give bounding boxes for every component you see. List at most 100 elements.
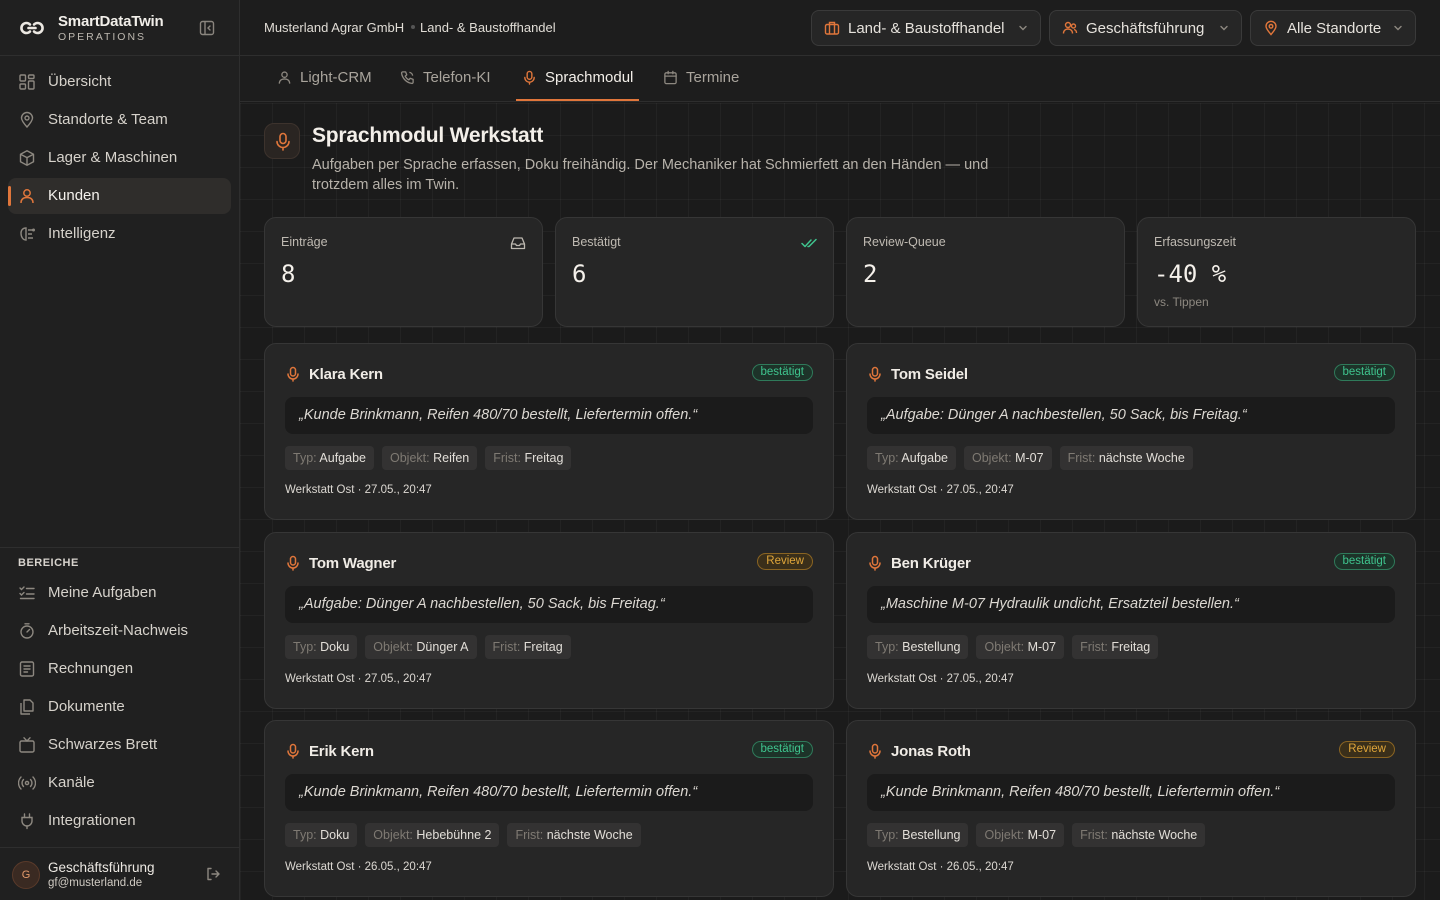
board-icon [19,737,35,753]
chevron-down-icon [1220,25,1228,31]
tag-key: Typ: [293,640,317,654]
tag-type[interactable]: Typ: Bestellung [867,635,969,659]
tag-deadline[interactable]: Frist: Freitag [484,635,571,659]
branch-select[interactable]: Land- & Baustoffhandel [811,10,1041,46]
entry-tags: Typ: Doku Objekt: Dünger A Frist: Freitag [285,635,571,659]
briefcase-icon [824,21,840,35]
breadcrumb-company[interactable]: Musterland Agrar GmbH [264,20,404,35]
nav-item-dokumente[interactable]: Dokumente [8,689,231,725]
tag-key: Objekt: [984,828,1025,842]
tag-key: Frist: [1067,451,1096,465]
mic-icon [869,366,881,382]
brain-icon [20,227,35,241]
voice-entry-card[interactable]: Erik Kern bestätigt „Kunde Brinkmann, Reif… [264,720,834,897]
tag-deadline[interactable]: Frist: nächste Woche [1072,823,1206,847]
tab-telefon-ki[interactable]: Telefon-KI [400,56,494,102]
entry-tags: Typ: Bestellung Objekt: M-07 Frist: nächst… [867,823,1206,847]
tag-key: Objekt: [390,451,430,465]
status-badge: bestätigt [751,364,813,381]
role-select-value: Geschäftsführung [1086,20,1205,37]
voice-entry-card[interactable]: Ben Krüger bestätigt „Maschine M-07 Hydrau… [846,532,1416,709]
sidebar-collapse-icon[interactable] [198,19,216,37]
stat-label: Bestätigt [572,235,621,249]
user-profile[interactable]: G Geschäftsführung gf@musterland.de [0,847,240,900]
nav-item-label: Dokumente [48,698,125,715]
tag-deadline[interactable]: Frist: Freitag [485,446,572,470]
nav-item-kunden[interactable]: Kunden [8,178,231,214]
nav-item-kanaele[interactable]: Kanäle [8,765,231,801]
tag-key: Frist: [492,640,521,654]
tag-object[interactable]: Objekt: M-07 [976,635,1065,659]
top-bar: Musterland Agrar GmbH Land- & Baustoffha… [240,0,1440,56]
location-select[interactable]: Alle Standorte [1250,10,1416,46]
voice-entry-card[interactable]: Tom Seidel bestätigt „Aufgabe: Dünger A na… [846,343,1416,520]
tag-type[interactable]: Typ: Doku [285,823,358,847]
entry-author: Jonas Roth [891,743,971,760]
nav-item-uebersicht[interactable]: Übersicht [8,64,231,100]
tag-type[interactable]: Typ: Aufgabe [285,446,374,470]
tag-type[interactable]: Typ: Aufgabe [867,446,956,470]
nav-item-meine-aufgaben[interactable]: Meine Aufgaben [8,575,231,611]
role-select[interactable]: Geschäftsführung [1049,10,1242,46]
stat-value: 2 [863,260,878,288]
tag-object[interactable]: Objekt: M-07 [976,823,1065,847]
nav-item-lager-maschinen[interactable]: Lager & Maschinen [8,140,231,176]
voice-entry-card[interactable]: Klara Kern bestätigt „Kunde Brinkmann, Rei… [264,343,834,520]
mic-icon [276,132,290,151]
tag-value: Doku [320,640,350,654]
tag-value: Aufgabe [901,451,948,465]
nav-item-arbeitszeit-nachweis[interactable]: Arbeitszeit-Nachweis [8,613,231,649]
tag-key: Typ: [293,451,317,465]
user-email: gf@musterland.de [48,877,143,889]
stat-label: Erfassungszeit [1154,235,1236,249]
document-icon [20,699,34,715]
tag-key: Typ: [875,640,899,654]
entry-tags: Typ: Doku Objekt: Hebebühne 2 Frist: nächs… [285,823,641,847]
nav-item-label: Integrationen [48,812,136,829]
tag-key: Typ: [875,451,899,465]
nav-item-standorte-team[interactable]: Standorte & Team [8,102,231,138]
user-icon [278,71,291,84]
voice-entry-card[interactable]: Tom Wagner Review „Aufgabe: Dünger A nachb… [264,532,834,709]
double-check-icon [801,238,817,248]
tag-object[interactable]: Objekt: Hebebühne 2 [365,823,500,847]
users-icon [1062,21,1078,34]
calendar-icon [664,70,677,85]
box-icon [19,150,35,166]
tag-type[interactable]: Typ: Bestellung [867,823,969,847]
nav-item-schwarzes-brett[interactable]: Schwarzes Brett [8,727,231,763]
tag-deadline[interactable]: Frist: Freitag [1072,635,1159,659]
entry-meta: Werkstatt Ost · 27.05., 20:47 [867,484,1014,496]
phone-icon [400,71,414,85]
breadcrumb-branch[interactable]: Land- & Baustoffhandel [420,20,556,35]
tag-object[interactable]: Objekt: Reifen [382,446,478,470]
tag-object[interactable]: Objekt: M-07 [964,446,1052,470]
brand-name: SmartDataTwin [58,13,164,30]
tag-key: Objekt: [373,828,413,842]
tab-label: Sprachmodul [545,69,634,86]
invoice-icon [19,661,35,677]
nav-item-rechnungen[interactable]: Rechnungen [8,651,231,687]
map-pin-icon [1265,20,1277,36]
nav-item-intelligenz[interactable]: Intelligenz [8,216,231,252]
tab-termine[interactable]: Termine [663,56,741,102]
voice-entry-card[interactable]: Jonas Roth Review „Kunde Brinkmann, Reifen… [846,720,1416,897]
tag-object[interactable]: Objekt: Dünger A [365,635,477,659]
map-pin-icon [20,111,34,129]
inbox-icon [510,237,526,250]
tab-sprachmodul[interactable]: Sprachmodul [516,56,639,102]
tab-label: Telefon-KI [423,69,491,86]
tag-type[interactable]: Typ: Doku [285,635,358,659]
nav-item-label: Schwarzes Brett [48,736,158,753]
nav-item-label: Übersicht [48,73,112,90]
chevron-down-icon [1394,25,1402,31]
nav-item-integrationen[interactable]: Integrationen [8,803,231,839]
main-content: Sprachmodul Werkstatt Aufgaben per Sprac… [240,103,1440,900]
logout-icon[interactable] [205,866,221,882]
tag-deadline[interactable]: Frist: nächste Woche [1059,446,1193,470]
tab-label: Light-CRM [300,69,372,86]
plug-icon [21,813,33,830]
tab-light-crm[interactable]: Light-CRM [277,56,373,102]
tag-deadline[interactable]: Frist: nächste Woche [507,823,641,847]
mic-icon [524,70,535,85]
